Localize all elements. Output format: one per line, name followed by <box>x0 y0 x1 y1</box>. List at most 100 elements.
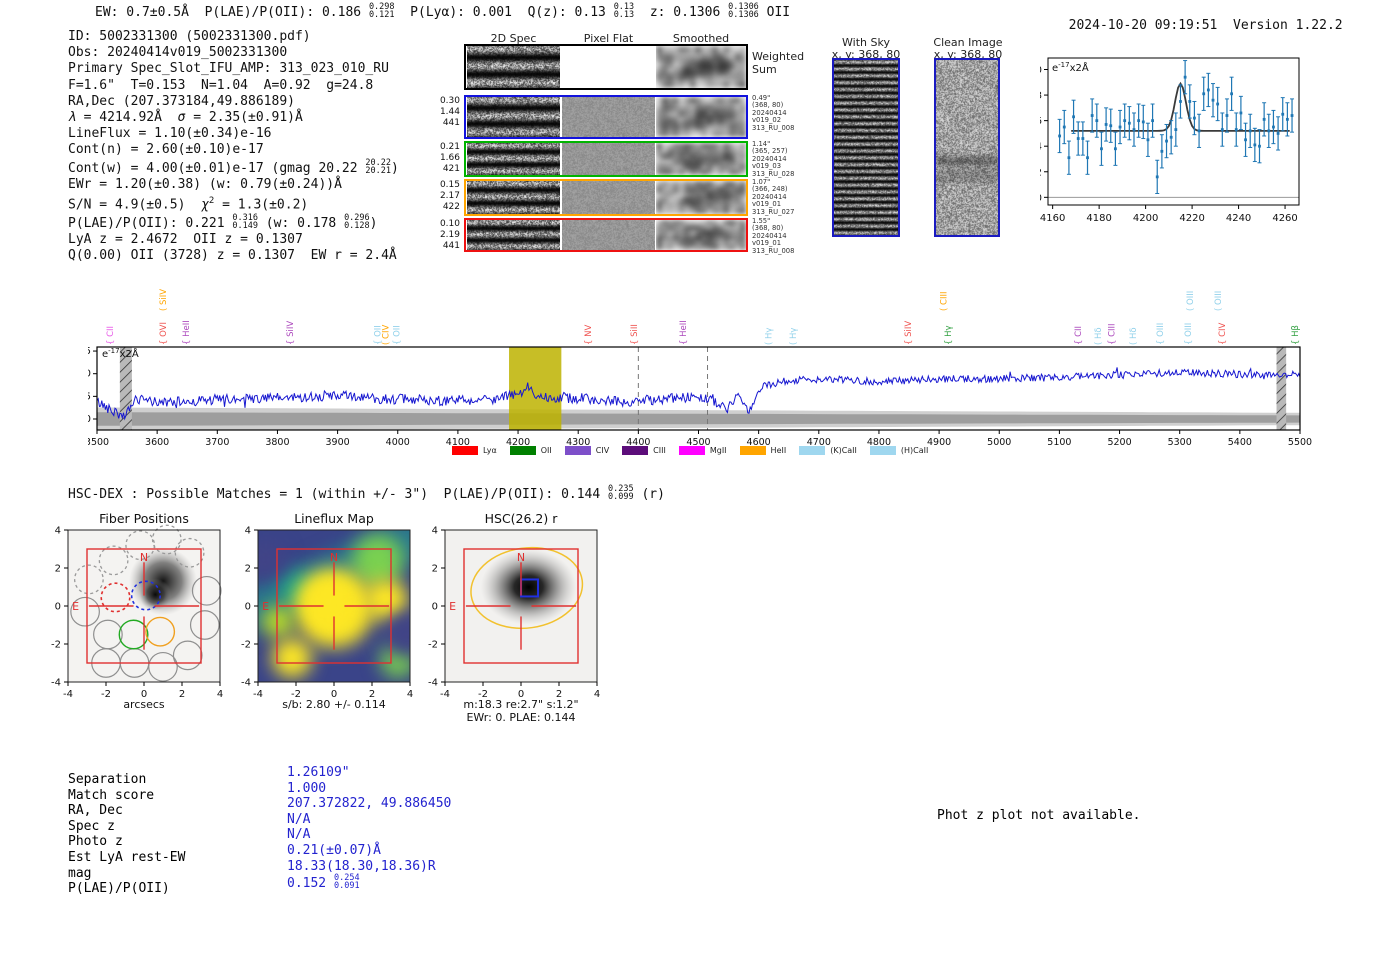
legend-swatch <box>869 446 896 455</box>
info-line: EWr = 1.20(±0.38) (w: 0.79(±0.24))Å <box>68 177 399 193</box>
emission-line-label: ( OIII <box>1214 291 1224 311</box>
smoothed-strip <box>656 181 746 214</box>
svg-text:5400: 5400 <box>1228 437 1252 448</box>
text-segment: S/N = 4.9(±0.5) <box>68 197 202 213</box>
text-segment: Obs: 20240414v019_5002331300 <box>68 45 288 61</box>
match-row-label: Separation <box>68 772 147 787</box>
info-line: P(LAE)/P(OII): 0.221 0.316 0.149 (w: 0.17… <box>68 212 399 232</box>
hsc-dex-header: HSC-DEX : Possible Matches = 1 (within +… <box>68 485 665 502</box>
text-segment: HSC-DEX : Possible Matches = 1 (within +… <box>68 487 609 502</box>
text-segment: Cont(w) = 4.00(±0.01)e-17 (gmag 20.22 <box>68 160 366 176</box>
svg-text:4220: 4220 <box>1179 213 1204 224</box>
withsky-image <box>834 60 898 235</box>
match-row-label: mag <box>68 865 92 881</box>
italic-symbol: χ <box>201 197 209 213</box>
emission-line-label: ( SiIV <box>159 289 169 311</box>
svg-text:3700: 3700 <box>205 437 229 448</box>
smoothed-strip <box>656 97 746 137</box>
fiber-xlabel: arcsecs <box>123 698 165 711</box>
stacked-uncertainty: 0.298 0.121 <box>368 2 395 20</box>
legend-label: HeII <box>770 446 787 455</box>
full-spectrum-plot: 3500360037003800390040004100420043004400… <box>88 289 1312 448</box>
svg-text:5: 5 <box>88 391 91 402</box>
emission-line-label: { CII <box>106 326 116 345</box>
emission-line-label: { NV <box>584 325 594 345</box>
2d-spec-strip <box>467 220 560 250</box>
exposure-row <box>464 141 748 177</box>
exposure-row <box>464 179 748 216</box>
hsc-cutout-plot: NE420-2-4-4 -2 0 2 4 <box>428 526 600 701</box>
stacked-uncertainty: 0.316 0.149 <box>232 212 258 231</box>
svg-text:0: 0 <box>1040 193 1042 204</box>
svg-text:15: 15 <box>88 346 91 357</box>
match-table-labels: Separation Match score RA, Dec Spec z Photo … <box>68 772 185 897</box>
svg-text:10: 10 <box>88 369 91 380</box>
legend-item: HeII <box>739 446 787 455</box>
legend-label: (K)CaII <box>830 446 857 455</box>
text-segment: Cont(n) = 2.60(±0.10)e-17 <box>68 142 264 158</box>
spectrum-legend: Lyα OII CIV CIII MgII HeII (K)CaII (H)CaII <box>452 446 928 455</box>
info-line: Cont(n) = 2.60(±0.10)e-17 <box>68 142 399 158</box>
svg-text:0: 0 <box>432 602 438 613</box>
stacked-uncertainty: 0.13 0.13 <box>613 2 635 20</box>
emission-line-label: ( OIII <box>1186 291 1196 311</box>
pixel-flat-strip <box>562 97 655 137</box>
svg-text:4180: 4180 <box>1086 213 1111 224</box>
pixel-flat-strip <box>562 143 655 175</box>
match-row-label: Match score <box>68 787 155 803</box>
emission-line-label: { Hγ <box>944 325 954 345</box>
text-segment: ) <box>391 160 399 176</box>
fiber-weight-labels: 0.10 2.19 441 <box>439 219 460 251</box>
legend-item: OII <box>509 446 552 455</box>
legend-label: CIII <box>653 446 666 455</box>
text-segment: (w: 0.178 <box>257 215 345 231</box>
match-row-label: Est LyA rest-EW <box>68 849 186 865</box>
svg-text:0: 0 <box>88 414 91 425</box>
report-version: Version 1.22.2 <box>1233 18 1343 33</box>
text-segment: LineFlux = 1.10(±0.34)e-16 <box>68 126 272 142</box>
text-segment: = 1.3(±0.2) <box>214 197 309 213</box>
text-segment: z: 0.1306 <box>634 5 729 20</box>
summary-header: EW: 0.7±0.5Å P(LAE)/P(OII): 0.186 0.298 0… <box>95 3 790 20</box>
svg-text:4: 4 <box>245 526 251 537</box>
svg-text:4240: 4240 <box>1226 213 1251 224</box>
text-segment: P(LAE)/P(OII): 0.221 <box>68 215 233 231</box>
svg-text:E: E <box>72 600 79 613</box>
legend-label: CIV <box>595 446 610 455</box>
svg-text:4260: 4260 <box>1272 213 1297 224</box>
svg-text:-2: -2 <box>428 640 438 651</box>
svg-text:8: 8 <box>1040 91 1042 102</box>
legend-swatch <box>452 446 478 455</box>
stacked-uncertainty: 0.296 0.128 <box>344 212 370 231</box>
legend-swatch <box>622 446 649 455</box>
info-line: LineFlux = 1.10(±0.34)e-16 <box>68 126 399 142</box>
stacked-uncertainty: 0.235 0.099 <box>608 484 634 502</box>
weighted-sum-row <box>464 44 748 90</box>
text-segment: RA,Dec (207.373184,49.886189) <box>68 93 295 109</box>
emission-line-label: { CIV <box>1218 322 1228 345</box>
fiber-id-labels: 1.14" (365, 257) 20240414 v019_03 313_RU_028 <box>752 140 795 178</box>
2d-spec-strip <box>467 181 560 214</box>
2d-spec-strip <box>467 46 560 88</box>
svg-text:N: N <box>330 551 338 564</box>
fiber-positions-plot: NE420-2-4-4 -2 0 2 4 <box>51 524 223 700</box>
svg-text:0: 0 <box>245 602 251 613</box>
emission-line-label: { SiII <box>630 324 640 345</box>
hsc-xlabel: m:18.3 re:2.7" s:1.2" <box>463 698 579 711</box>
legend-item: (K)CaII <box>799 446 857 455</box>
svg-text:4: 4 <box>55 526 61 537</box>
emission-line-label: { HeII <box>182 320 192 345</box>
match-row-value: 207.372822, 49.886450 <box>287 796 452 812</box>
emission-line-label: ( CIII <box>939 292 949 311</box>
info-line: Obs: 20240414v019_5002331300 <box>68 45 399 61</box>
text-segment: P(Lyα): 0.001 Q(z): 0.13 <box>394 5 614 20</box>
svg-text:2: 2 <box>55 564 61 575</box>
legend-swatch <box>799 446 826 455</box>
svg-text:10: 10 <box>1040 65 1042 76</box>
svg-text:4: 4 <box>432 526 438 537</box>
legend-label: MgII <box>709 446 727 455</box>
stacked-uncertainty: 20.22 20.21 <box>365 157 392 176</box>
svg-text:-4: -4 <box>51 678 61 689</box>
match-row-value: N/A <box>287 811 311 827</box>
photz-note: Phot z plot not available. <box>937 808 1141 823</box>
